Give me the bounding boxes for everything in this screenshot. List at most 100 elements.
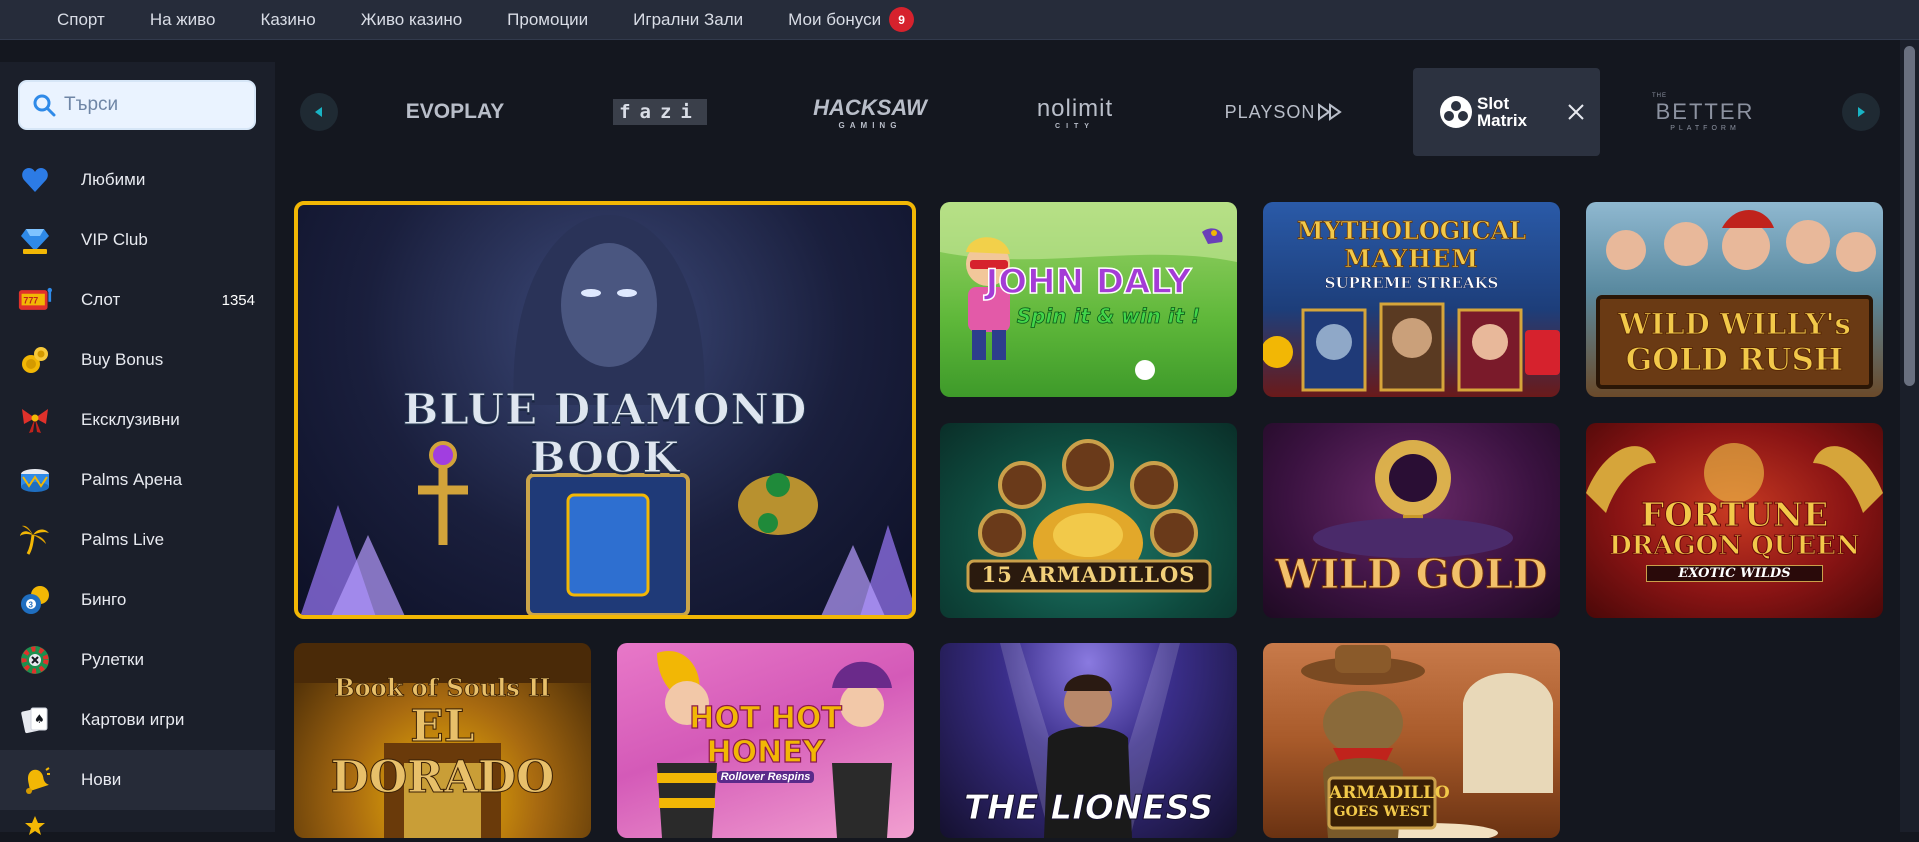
sidebar-item-label: Картови игри <box>81 710 185 729</box>
provider-logo-text: EVOPLAY <box>405 100 505 123</box>
game-title-line2: DRAGON QUEEN <box>1609 531 1861 562</box>
game-title: WILD GOLD <box>1275 551 1548 599</box>
sidebar-item-label: Ексклузивни <box>81 410 180 429</box>
sidebar-item-buy-bonus[interactable]: Buy Bonus <box>0 330 275 390</box>
chevron-left-icon <box>315 107 322 117</box>
game-subtitle: EL DORADO <box>330 701 555 804</box>
game-title: WILD WILLY's <box>1618 307 1852 342</box>
game-tile-wild-willys-gold-rush[interactable]: WILD WILLY's GOLD RUSH <box>1586 202 1883 397</box>
sidebar-item-label: Бинго <box>81 590 127 609</box>
sidebar-item-label: Рулетки <box>81 650 144 669</box>
sidebar-item-label: Palms Live <box>81 530 165 549</box>
sidebar-item-exclusive[interactable]: Ексклузивни <box>0 390 275 450</box>
coins-icon <box>18 343 52 377</box>
drum-icon <box>18 463 52 497</box>
provider-fazi[interactable]: fazi <box>605 68 715 156</box>
nav-promotions[interactable]: Промоции <box>507 10 588 30</box>
bell-icon <box>18 763 52 797</box>
game-title: 15 ARMADILLOS <box>981 562 1196 587</box>
provider-prev-button[interactable] <box>300 93 338 131</box>
sidebar-item-label: Любими <box>81 170 146 189</box>
cards-icon: ♠ <box>18 703 52 737</box>
nav-my-bonuses-label: Мои бонуси <box>788 9 882 29</box>
category-list: Любими VIP Club 777 Слот 1354 Buy Bonus <box>0 150 275 840</box>
game-title: FORTUNE <box>1640 495 1829 535</box>
close-icon[interactable] <box>1566 102 1586 122</box>
game-tile-15-armadillos[interactable]: 15 ARMADILLOS <box>940 423 1237 618</box>
nav-sport[interactable]: Спорт <box>57 10 105 30</box>
game-tile-hot-hot-honey[interactable]: HOT HOT HONEY Rollover Respins <box>617 643 914 838</box>
provider-logo-text: fazi <box>613 99 707 125</box>
sidebar: Любими VIP Club 777 Слот 1354 Buy Bonus <box>0 62 275 835</box>
sidebar-item-label: Нови <box>81 770 122 789</box>
provider-logo-subtext: GAMING <box>838 120 902 130</box>
sidebar-item-palms-arena[interactable]: Palms Арена <box>0 450 275 510</box>
heart-icon <box>18 163 52 197</box>
game-title: HOT HOT <box>689 700 843 736</box>
provider-carousel: EVOPLAY fazi HACKSAW GAMING nolimit CITY… <box>300 68 1880 156</box>
sidebar-item-label: Buy Bonus <box>81 350 164 369</box>
sidebar-item-roulettes[interactable]: Рулетки <box>0 630 275 690</box>
provider-playson[interactable]: PLAYSON <box>1215 68 1355 156</box>
search-input[interactable] <box>64 94 244 116</box>
provider-hacksaw[interactable]: HACKSAW GAMING <box>810 68 930 156</box>
sidebar-item-new[interactable]: Нови <box>0 750 275 810</box>
sidebar-item-more[interactable] <box>0 810 275 840</box>
game-tile-wild-gold[interactable]: WILD GOLD <box>1263 423 1560 618</box>
provider-logo-text: nolimit <box>1036 94 1114 122</box>
game-tile-blue-diamond-book[interactable]: BLUE DIAMOND BOOK <box>294 201 916 619</box>
nav-gaming-halls[interactable]: Игрални Зали <box>633 10 743 30</box>
game-title-line2: MAYHEM <box>1344 244 1479 274</box>
sidebar-item-palms-live[interactable]: Palms Live <box>0 510 275 570</box>
game-title-line2: HONEY <box>706 734 825 770</box>
sidebar-item-bingo[interactable]: 3 Бинго <box>0 570 275 630</box>
sidebar-item-label: Слот <box>81 290 121 309</box>
scrollbar-thumb[interactable] <box>1904 46 1915 386</box>
provider-logo-text: PLAYSON <box>1224 101 1316 122</box>
nav-my-bonuses[interactable]: Мои бонуси 9 <box>788 7 915 32</box>
game-title: MYTHOLOGICAL <box>1296 216 1527 246</box>
nav-live-casino[interactable]: Живо казино <box>361 10 462 30</box>
provider-better-platform[interactable]: THE BETTER PLATFORM <box>1640 68 1770 156</box>
provider-logo-subtext: PLATFORM <box>1670 124 1740 132</box>
sidebar-item-card-games[interactable]: ♠ Картови игри <box>0 690 275 750</box>
svg-text:3: 3 <box>29 601 34 610</box>
sidebar-item-slots[interactable]: 777 Слот 1354 <box>0 270 275 330</box>
provider-logo-text: BETTER <box>1655 98 1755 124</box>
game-subtitle: GOLD RUSH <box>1625 342 1844 379</box>
svg-text:♠: ♠ <box>34 712 45 726</box>
search-box[interactable] <box>18 80 256 130</box>
nav-casino[interactable]: Казино <box>260 10 315 30</box>
slot-count: 1354 <box>221 291 255 309</box>
game-tile-john-daly[interactable]: JOHN DALY Spin it & win it ! <box>940 202 1237 397</box>
star-icon <box>18 808 52 842</box>
game-title: ARMADILLO <box>1329 783 1450 803</box>
provider-nolimit-city[interactable]: nolimit CITY <box>1010 68 1140 156</box>
provider-next-button[interactable] <box>1842 93 1880 131</box>
game-tile-book-of-souls-2-el-dorado[interactable]: Book of Souls II EL DORADO <box>294 643 591 838</box>
chevron-right-icon <box>1858 107 1865 117</box>
game-title: BLUE DIAMOND <box>402 385 808 435</box>
search-icon <box>33 94 56 117</box>
nav-live[interactable]: На живо <box>150 10 216 30</box>
roulette-icon <box>18 643 52 677</box>
sidebar-item-label: VIP Club <box>81 230 148 249</box>
sidebar-item-favorites[interactable]: Любими <box>0 150 275 210</box>
game-tile-the-lioness[interactable]: THE LIONESS <box>940 643 1237 838</box>
provider-logo-text: HACKSAW <box>813 94 927 120</box>
game-tile-armadillo-goes-west[interactable]: ARMADILLO GOES WEST <box>1263 643 1560 838</box>
game-subtitle: Spin it & win it ! <box>1016 304 1201 329</box>
provider-evoplay[interactable]: EVOPLAY <box>380 68 530 156</box>
sidebar-item-vip-club[interactable]: VIP Club <box>0 210 275 270</box>
palm-tree-icon <box>18 523 52 557</box>
provider-slot-matrix[interactable]: Slot Matrix <box>1413 68 1600 156</box>
slot-matrix-logo-icon <box>1440 96 1472 128</box>
slot-machine-icon: 777 <box>18 283 52 317</box>
page-scrollbar[interactable] <box>1900 40 1919 832</box>
game-title: Book of Souls II <box>334 673 551 703</box>
game-tile-fortune-dragon-queen[interactable]: FORTUNE DRAGON QUEEN EXOTIC WILDS <box>1586 423 1883 618</box>
game-title: JOHN DALY <box>985 261 1192 303</box>
game-tile-mythological-mayhem[interactable]: MYTHOLOGICAL MAYHEM SUPREME STREAKS <box>1263 202 1560 397</box>
play-arrows-icon <box>1318 103 1343 121</box>
diamond-jackpot-icon <box>18 223 52 257</box>
